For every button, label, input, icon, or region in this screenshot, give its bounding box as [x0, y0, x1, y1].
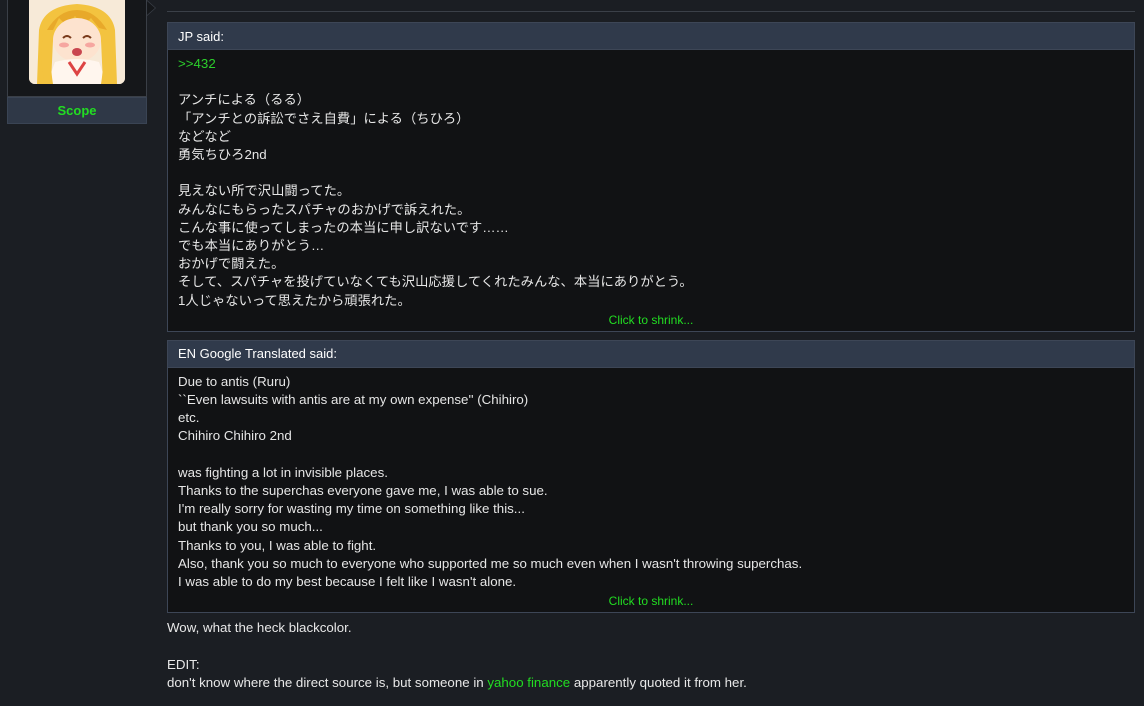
reply-link[interactable]: >>432 [178, 55, 1124, 73]
post-text-line: Wow, what the heck blackcolor. [167, 620, 352, 636]
quote-line: I'm really sorry for wasting my time on … [178, 501, 525, 517]
post-text-segment: apparently quoted it from her. [570, 675, 747, 691]
quote-line: などなど [178, 128, 231, 144]
thread-page: Scope JP said: >>432​アンチによる（るる）「アンチとの訴訟で… [0, 0, 1144, 706]
post-pointer-arrow [147, 0, 156, 16]
quote-line: Thanks to you, I was able to fight. [178, 537, 377, 553]
quote-line: Due to antis (Ruru) [178, 373, 291, 389]
user-info-panel: Scope [7, 0, 156, 124]
quote-line: Thanks to the superchas everyone gave me… [178, 483, 548, 499]
quote-line: 勇気ちひろ2nd [178, 147, 267, 163]
avatar[interactable] [29, 0, 125, 84]
quote-body: Due to antis (Ruru) ``Even lawsuits with … [168, 368, 1134, 591]
quote-line: アンチによる（るる） [178, 92, 311, 108]
quote-line: おかげで闘えた。 [178, 256, 285, 272]
quote-line: そして、スパチャを投げていなくても沢山応援してくれたみんな、本当にありがとう。 [178, 274, 693, 290]
quote-line: ​ [178, 446, 1124, 464]
quote-line: 1人じゃないって思えたから頑張れた。 [178, 292, 411, 308]
post-divider [167, 0, 1135, 12]
quote-line: こんな事に使ってしまったの本当に申し訳ないです…… [178, 219, 509, 235]
quote-line: was fighting a lot in invisible places. [178, 464, 388, 480]
quote-line: ``Even lawsuits with antis are at my own… [178, 392, 529, 408]
quote-line: but thank you so much... [178, 519, 323, 535]
quote-line: みんなにもらったスパチャのおかげで訴えれた。 [178, 201, 471, 217]
post-blank-line: ​ [167, 638, 1135, 656]
quote-block-en: EN Google Translated said: Due to antis … [167, 339, 1135, 614]
post-content: JP said: >>432​アンチによる（るる）「アンチとの訴訟でさえ自費」に… [167, 0, 1135, 692]
username[interactable]: Scope [7, 97, 147, 124]
quote-line: I was able to do my best because I felt … [178, 574, 517, 590]
quote-line: Chihiro Chihiro 2nd [178, 428, 292, 444]
quote-block-jp: JP said: >>432​アンチによる（るる）「アンチとの訴訟でさえ自費」に… [167, 22, 1135, 332]
quote-line: でも本当にありがとう… [178, 238, 325, 254]
quote-header[interactable]: JP said: [168, 23, 1134, 50]
quote-line: 見えない所で沢山闘ってた。 [178, 183, 351, 199]
quote-line: Also, thank you so much to everyone who … [178, 555, 803, 571]
yahoo-finance-link[interactable]: yahoo finance [487, 675, 570, 690]
anime-girl-avatar-icon [29, 0, 125, 84]
quote-header[interactable]: EN Google Translated said: [168, 340, 1134, 368]
quote-line: 「アンチとの訴訟でさえ自費」による（ちひろ） [178, 110, 470, 126]
post-message: Wow, what the heck blackcolor. ​ EDIT: d… [167, 619, 1135, 692]
post-text-line: don't know where the direct source is, b… [167, 674, 1135, 692]
click-to-shrink-link[interactable]: Click to shrink... [168, 591, 1134, 612]
avatar-frame [7, 0, 156, 97]
quote-body: >>432​アンチによる（るる）「アンチとの訴訟でさえ自費」による（ちひろ）など… [168, 50, 1134, 310]
quote-line: etc. [178, 410, 200, 426]
quote-line: ​ [178, 73, 1124, 91]
click-to-shrink-link[interactable]: Click to shrink... [168, 310, 1134, 331]
post-text-segment: don't know where the direct source is, b… [167, 675, 488, 691]
quote-line: ​ [178, 164, 1124, 182]
post-text-line: EDIT: [167, 656, 200, 672]
